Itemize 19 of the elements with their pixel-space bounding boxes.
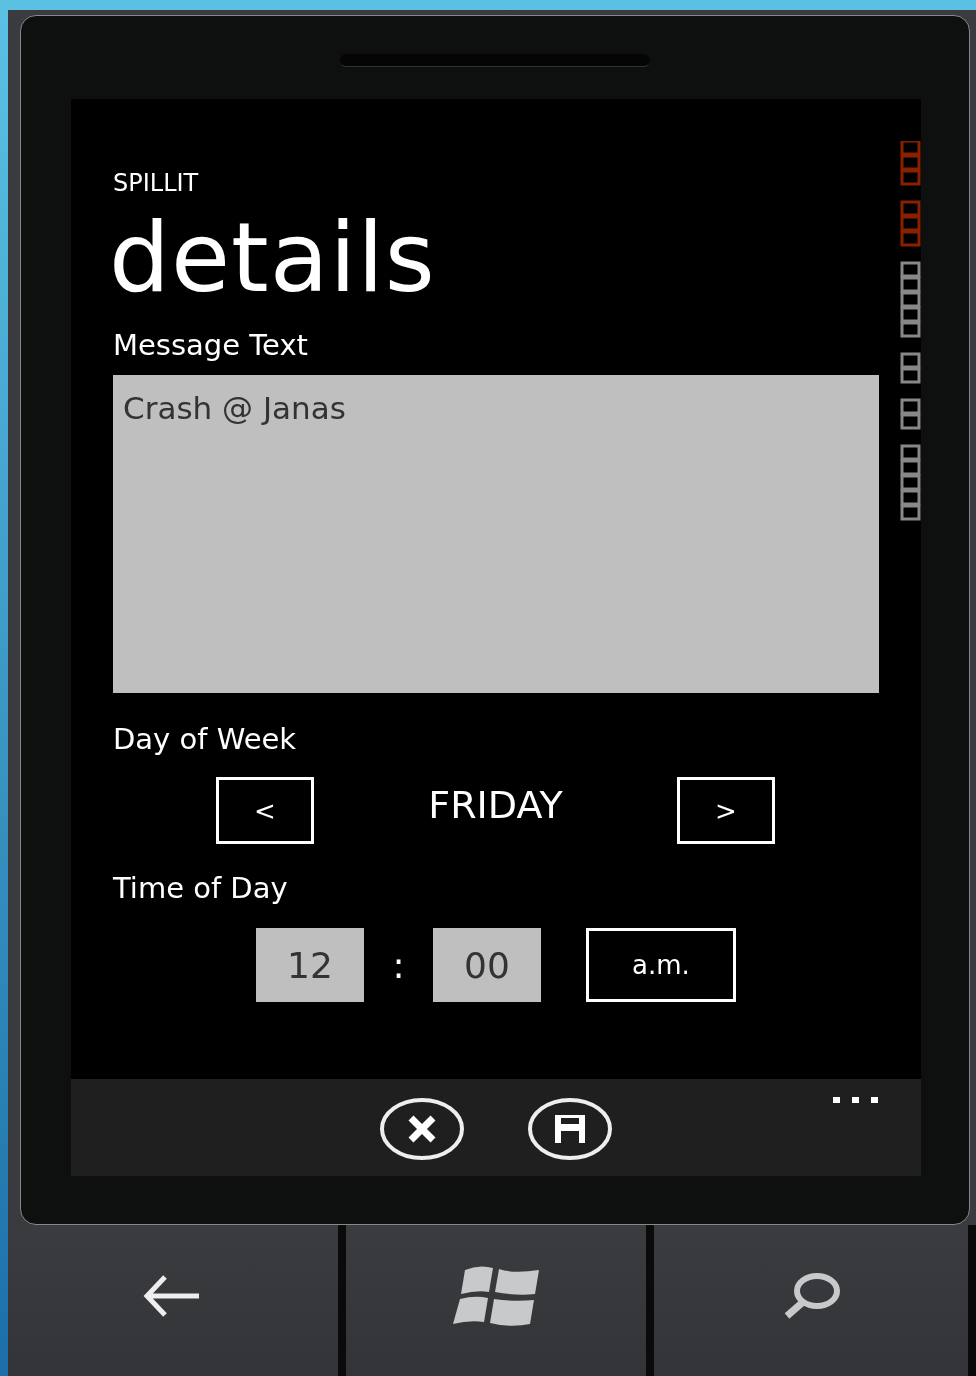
minute-field[interactable]: 00 <box>433 928 541 1002</box>
message-label: Message Text <box>113 327 309 363</box>
page-title: details <box>109 203 437 313</box>
day-value: FRIDAY <box>427 782 564 827</box>
close-icon <box>378 1096 466 1162</box>
save-button[interactable] <box>526 1096 614 1162</box>
next-day-button[interactable]: > <box>677 777 775 844</box>
message-field[interactable]: Crash @ Janas <box>113 375 879 693</box>
time-label: Time of Day <box>113 870 289 906</box>
day-label: Day of Week <box>113 721 298 757</box>
start-button[interactable] <box>346 1225 646 1376</box>
app-title: SPILLIT <box>113 169 200 197</box>
time-separator: : <box>391 944 406 986</box>
previous-day-button[interactable]: < <box>216 777 314 844</box>
hour-field[interactable]: 12 <box>256 928 364 1002</box>
cancel-button[interactable] <box>378 1096 466 1162</box>
windows-logo-icon <box>451 1264 541 1328</box>
period-button[interactable]: a.m. <box>586 928 736 1002</box>
save-icon <box>526 1096 614 1162</box>
